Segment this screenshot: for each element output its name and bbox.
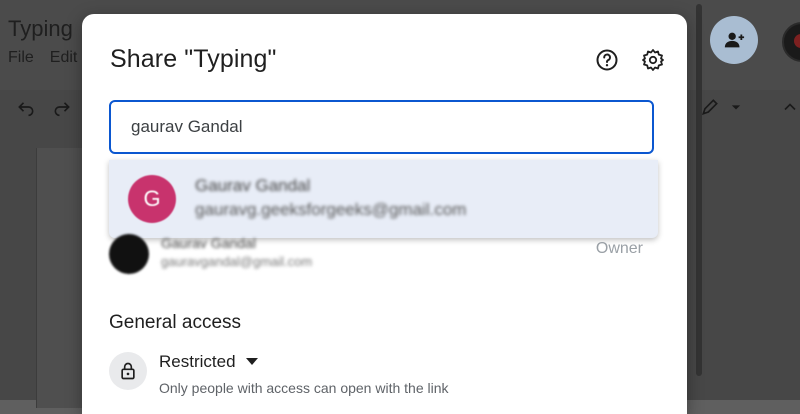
suggestion-item[interactable]: G Gaurav Gandal gauravg.geeksforgeeks@gm…	[109, 160, 658, 238]
pen-icon[interactable]	[700, 97, 720, 117]
access-icon-wrap	[109, 352, 147, 390]
access-value: Restricted	[159, 352, 236, 371]
settings-button[interactable]	[639, 46, 667, 74]
general-access-heading: General access	[109, 312, 242, 333]
owner-row: Gaurav Gandal gauravgandal@gmail.com Own…	[109, 234, 658, 274]
menu-edit[interactable]: Edit	[50, 49, 78, 67]
owner-role: Owner	[595, 240, 643, 257]
caret-down-icon	[245, 358, 258, 365]
access-description: Only people with access can open with th…	[159, 380, 449, 396]
access-dropdown[interactable]: Restricted	[159, 352, 258, 372]
lock-icon	[121, 362, 135, 380]
suggestion-avatar: G	[128, 175, 176, 223]
add-person-icon	[724, 32, 745, 48]
help-button[interactable]	[593, 46, 621, 74]
chevron-up-icon[interactable]	[780, 97, 800, 117]
suggestion-email: gauravg.geeksforgeeks@gmail.com	[195, 200, 467, 219]
dialog-title: Share "Typing"	[110, 45, 277, 73]
redo-icon[interactable]	[52, 97, 72, 117]
owner-email: gauravgandal@gmail.com	[161, 254, 313, 269]
gear-icon	[642, 49, 664, 71]
people-search-box[interactable]	[109, 100, 654, 154]
share-button[interactable]	[710, 16, 758, 64]
undo-icon[interactable]	[16, 97, 36, 117]
avatar-mark	[794, 34, 800, 48]
help-circle-icon	[596, 49, 618, 71]
scrollbar[interactable]	[696, 4, 702, 376]
share-dialog: Share "Typing" G Gaurav Gandal gauravg.g…	[82, 14, 687, 414]
menu-bar: File Edit	[8, 49, 77, 67]
document-title[interactable]: Typing	[8, 16, 73, 42]
suggestion-name: Gaurav Gandal	[195, 176, 311, 195]
chevron-down-icon[interactable]	[726, 97, 746, 117]
owner-avatar	[109, 234, 149, 274]
people-search-input[interactable]	[131, 116, 631, 138]
owner-name: Gaurav Gandal	[161, 235, 256, 251]
menu-file[interactable]: File	[8, 49, 34, 67]
